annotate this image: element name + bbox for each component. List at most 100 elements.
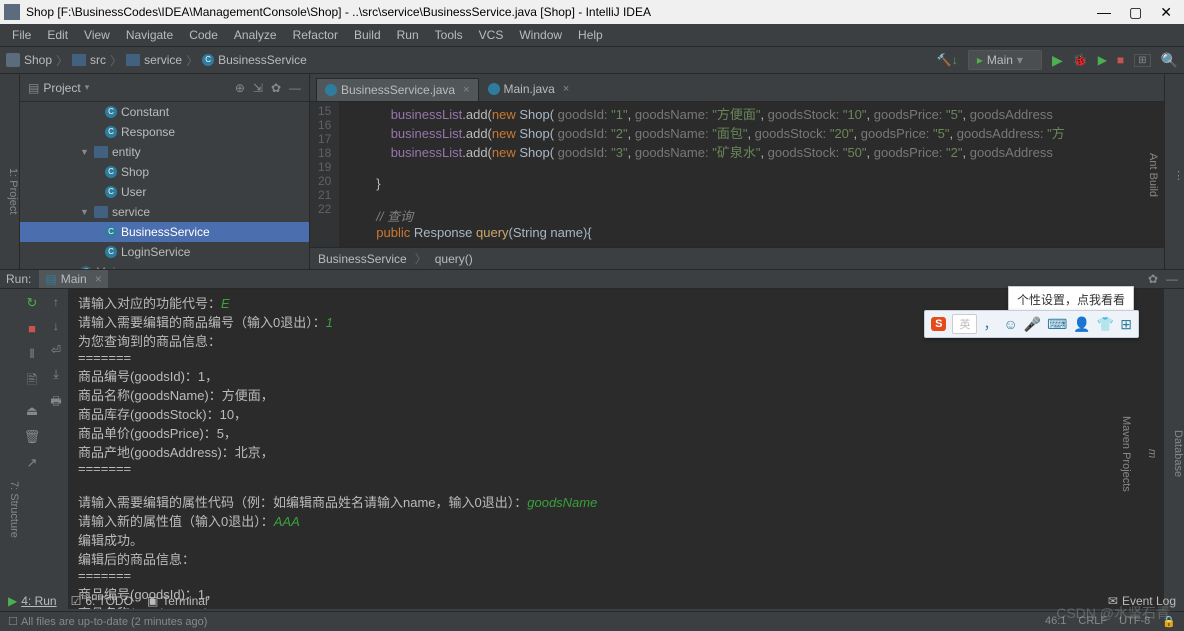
collapse-icon[interactable]: ⇲ <box>253 81 263 95</box>
exit-icon[interactable]: ⏏ <box>26 403 38 419</box>
tree-node-user[interactable]: CUser <box>20 182 309 202</box>
bottom-eventlog[interactable]: ✉ Event Log <box>1108 594 1176 608</box>
stop-icon[interactable]: ■ <box>28 321 36 336</box>
app-icon <box>4 4 20 20</box>
bottom-run[interactable]: ▶4: Run <box>8 594 57 608</box>
delete-icon[interactable]: 🗑 <box>24 429 41 445</box>
settings-icon[interactable]: ✿ <box>271 81 281 95</box>
status-lock-icon[interactable]: 🔒 <box>1162 615 1176 628</box>
stop-button[interactable]: ■ <box>1117 53 1124 67</box>
menu-navigate[interactable]: Navigate <box>120 26 179 44</box>
hide-icon[interactable]: — <box>289 81 301 95</box>
tree-node-constant[interactable]: CConstant <box>20 102 309 122</box>
run-config-combo[interactable]: ▸ Main ▾ <box>968 50 1042 70</box>
gutter-project[interactable]: 1: Project <box>7 168 19 214</box>
tree-node-entity[interactable]: ▼entity <box>20 142 309 162</box>
ime-skin-icon[interactable]: 👕 <box>1097 316 1114 333</box>
down-icon[interactable]: ↓ <box>53 319 59 333</box>
title-bar: Shop [F:\BusinessCodes\IDEA\ManagementCo… <box>0 0 1184 24</box>
ime-user-icon[interactable]: 👤 <box>1073 316 1090 333</box>
bottom-terminal[interactable]: ▣Terminal <box>147 594 208 608</box>
ime-emoji-icon[interactable]: ☺ <box>1003 316 1017 332</box>
tree-node-business[interactable]: CBusinessService <box>20 222 309 242</box>
tree-node-shop[interactable]: CShop <box>20 162 309 182</box>
tree-node-response[interactable]: CResponse <box>20 122 309 142</box>
settings-icon[interactable]: ✿ <box>1148 272 1158 286</box>
tree-node-main[interactable]: CMain <box>20 262 309 269</box>
status-message: All files are up-to-date (2 minutes ago) <box>21 616 207 628</box>
folder-icon <box>72 54 86 66</box>
gutter-database[interactable]: Database <box>1172 430 1184 477</box>
breadcrumb-class[interactable]: BusinessService <box>318 252 407 266</box>
menu-build[interactable]: Build <box>348 26 387 44</box>
ime-voice-icon[interactable]: 🎤 <box>1024 316 1041 333</box>
gutter-ant[interactable]: Ant Build <box>1147 153 1159 197</box>
menu-view[interactable]: View <box>78 26 116 44</box>
dump-icon[interactable]: 🖹 <box>27 371 37 393</box>
ime-toolbox-icon[interactable]: ⊞ <box>1120 316 1132 333</box>
crumb-src[interactable]: src <box>90 53 106 67</box>
build-button[interactable]: 🔨↓ <box>937 53 958 67</box>
menu-edit[interactable]: Edit <box>41 26 74 44</box>
run-button[interactable]: ▶ <box>1052 52 1063 69</box>
ime-keyboard-icon[interactable]: ⌨ <box>1047 316 1067 333</box>
scroll-from-source-icon[interactable]: ⊕ <box>235 81 245 95</box>
status-position[interactable]: 46:1 <box>1045 615 1066 628</box>
hide-icon[interactable]: — <box>1166 272 1178 286</box>
menu-tools[interactable]: Tools <box>429 26 469 44</box>
menu-analyze[interactable]: Analyze <box>228 26 283 44</box>
ime-toolbar[interactable]: S 英 ， ☺ 🎤 ⌨ 👤 👕 ⊞ <box>924 310 1139 338</box>
run-toolbar-1: ↻ ■ ‖ 🖹 ⏏ 🗑 ↗ <box>20 289 44 609</box>
status-encoding[interactable]: UTF-8 <box>1119 615 1150 628</box>
close-tab-icon[interactable]: × <box>563 83 569 95</box>
minimize-button[interactable]: — <box>1097 4 1111 21</box>
status-crlf[interactable]: CRLF <box>1078 615 1107 628</box>
run-tab[interactable]: ▤Main× <box>39 270 107 288</box>
ime-tooltip[interactable]: 个性设置，点我看看 <box>1008 286 1134 313</box>
gutter-maven[interactable]: Maven Projects <box>1120 416 1132 492</box>
project-pane-title[interactable]: Project <box>43 81 80 95</box>
search-everywhere-button[interactable]: 🔍 <box>1161 52 1178 69</box>
coverage-button[interactable]: ▶ <box>1098 53 1107 67</box>
menu-window[interactable]: Window <box>513 26 568 44</box>
crumb-root[interactable]: Shop <box>24 53 52 67</box>
folder-icon <box>126 54 140 66</box>
ime-punct-icon[interactable]: ， <box>983 314 997 334</box>
layout-icon[interactable]: ↗ <box>27 455 38 471</box>
code-content[interactable]: businessList.add(new Shop( goodsId: "1",… <box>339 102 1164 247</box>
line-numbers: 1516171819202122 <box>310 102 339 247</box>
code-area[interactable]: 1516171819202122 businessList.add(new Sh… <box>310 102 1164 247</box>
layout-button[interactable]: ⊞ <box>1134 54 1150 67</box>
pause-icon[interactable]: ‖ <box>29 346 34 361</box>
menu-bar: File Edit View Navigate Code Analyze Ref… <box>0 24 1184 46</box>
project-tree[interactable]: CConstant CResponse ▼entity CShop CUser … <box>20 102 309 269</box>
rerun-icon[interactable]: ↻ <box>27 295 38 311</box>
breadcrumb-method[interactable]: query() <box>435 252 473 266</box>
tree-node-service[interactable]: ▼service <box>20 202 309 222</box>
wrap-icon[interactable]: ⏎ <box>51 343 61 357</box>
menu-help[interactable]: Help <box>572 26 609 44</box>
up-icon[interactable]: ↑ <box>53 295 59 309</box>
tab-main[interactable]: Main.java× <box>479 77 579 101</box>
scroll-icon[interactable]: ⤓ <box>53 367 58 382</box>
debug-button[interactable]: 🐞 <box>1073 53 1088 67</box>
ime-lang[interactable]: 英 <box>952 314 977 334</box>
tab-business-service[interactable]: BusinessService.java× <box>316 78 479 101</box>
menu-refactor[interactable]: Refactor <box>287 26 344 44</box>
close-tab-icon[interactable]: × <box>463 84 469 96</box>
crumb-service[interactable]: service <box>144 53 182 67</box>
crumb-class[interactable]: BusinessService <box>218 53 307 67</box>
maximize-button[interactable]: ▢ <box>1129 4 1142 21</box>
run-toolbar-2: ↑ ↓ ⏎ ⤓ 🖶 <box>44 289 68 609</box>
code-breadcrumb: BusinessService 〉 query() <box>310 247 1164 269</box>
bottom-todo[interactable]: ☑6: TODO <box>71 594 133 608</box>
menu-vcs[interactable]: VCS <box>473 26 510 44</box>
tree-node-login[interactable]: CLoginService <box>20 242 309 262</box>
print-icon[interactable]: 🖶 <box>50 392 61 413</box>
menu-code[interactable]: Code <box>183 26 224 44</box>
gutter-structure[interactable]: 7: Structure <box>8 481 20 538</box>
menu-run[interactable]: Run <box>391 26 425 44</box>
class-icon: C <box>202 54 214 66</box>
close-button[interactable]: ✕ <box>1160 4 1172 21</box>
menu-file[interactable]: File <box>6 26 37 44</box>
